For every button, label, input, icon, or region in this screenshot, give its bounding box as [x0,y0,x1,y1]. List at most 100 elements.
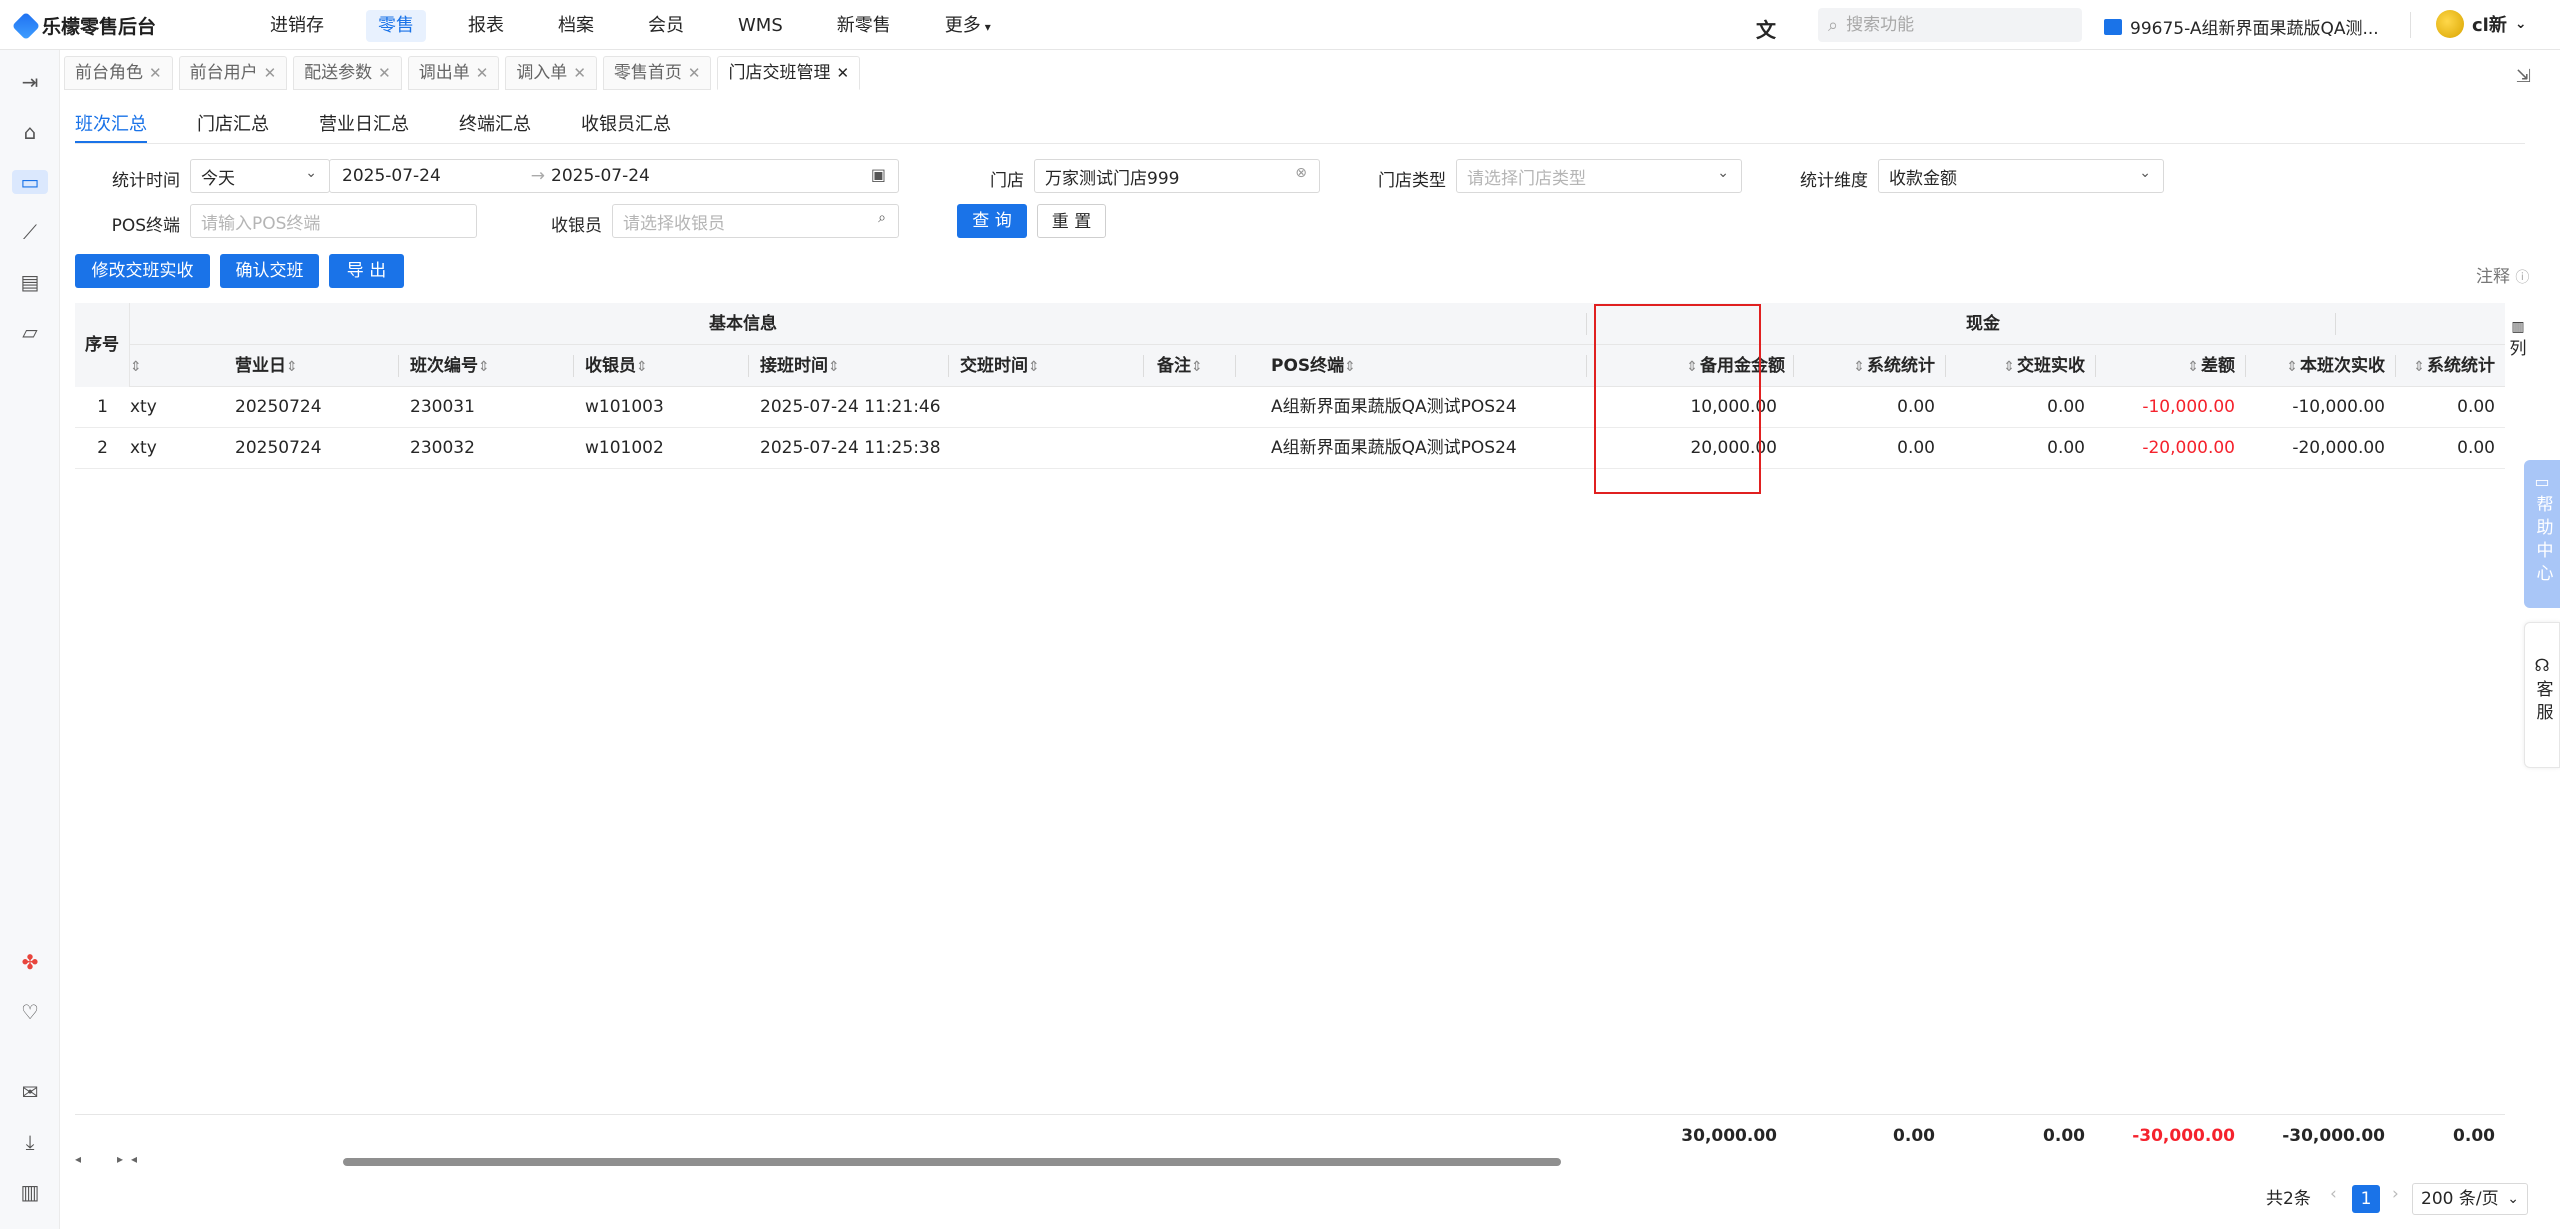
cashier-select[interactable]: 请选择收银员 ⌕ [612,204,899,238]
folder-icon[interactable]: ▱ [18,320,42,344]
tab-transfer-out[interactable]: 调出单 ✕ [407,56,500,90]
col-remark[interactable]: 备注⇕ [1157,345,1205,387]
export-button[interactable]: 导 出 [329,254,404,288]
trend-chart-icon[interactable]: ⟋ [18,220,42,244]
nav-item-retail[interactable]: 零售 [366,10,426,42]
help-center-button[interactable]: ▭ 帮助中心 [2524,460,2560,608]
avatar [2436,10,2464,38]
scroll-right-icon[interactable]: ▸ [117,1152,123,1166]
customer-service-button[interactable]: ☊ 客服 [2524,622,2560,768]
sort-icon[interactable]: ⇕ [130,345,144,387]
col-system-2-label: 系统统计 [2427,356,2495,376]
tab-cashier-summary[interactable]: 收银员汇总 [581,110,671,143]
col-system[interactable]: ⇕ 系统统计 [1795,345,1935,387]
pinwheel-icon[interactable]: ✤ [18,950,42,974]
tab-front-role[interactable]: 前台角色 ✕ [64,56,173,90]
stat-time-select[interactable]: 今天 ⌄ [190,159,330,193]
column-settings[interactable]: ▥ 列 [2508,316,2528,360]
tab-transfer-in[interactable]: 调入单 ✕ [505,56,597,90]
close-icon[interactable]: ✕ [149,56,162,90]
close-icon[interactable]: ✕ [688,56,701,90]
heart-icon[interactable]: ♡ [18,1000,42,1024]
store-type-placeholder: 请选择门店类型 [1467,168,1586,189]
nav-item-reports[interactable]: 报表 [456,10,516,42]
reset-button[interactable]: 重 置 [1037,204,1106,238]
bar-chart-icon[interactable]: ▥ [18,1180,42,1204]
close-icon[interactable]: ✕ [378,56,391,90]
tab-label: 调出单 [418,63,470,83]
user-menu[interactable]: cl新 ⌄ [2436,10,2527,38]
clear-icon[interactable]: ⊗ [1295,165,1307,181]
page-1-button[interactable]: 1 [2352,1185,2380,1213]
nav-item-wms[interactable]: WMS [726,10,795,42]
nav-item-inventory[interactable]: 进销存 [258,10,336,42]
table-row[interactable]: 2 xty 20250724 230032 w101002 2025-07-24… [75,428,2505,469]
highlight-box [1594,304,1761,494]
nav-item-member[interactable]: 会员 [636,10,696,42]
tab-front-user[interactable]: 前台用户 ✕ [178,56,288,90]
col-biz-day[interactable]: 营业日⇕ [235,345,300,387]
home-icon[interactable]: ⌂ [18,120,42,144]
col-diff[interactable]: ⇕ 差额 [2095,345,2235,387]
expand-sidebar-icon[interactable]: ⇥ [18,70,42,94]
store-selector[interactable]: 99675-A组新界面果蔬版QA测... [2104,14,2379,39]
tab-store-summary[interactable]: 门店汇总 [197,110,269,143]
search-input[interactable] [1846,15,2047,35]
close-icon[interactable]: ✕ [264,56,277,90]
page-tabs: 前台角色 ✕ 前台用户 ✕ 配送参数 ✕ 调出单 ✕ 调入单 ✕ 零售首页 ✕ 门店交班管理… [60,56,861,96]
col-cashier-label: 收银员 [585,356,636,376]
next-page-icon[interactable]: › [2392,1184,2399,1204]
col-pos[interactable]: POS终端⇕ [1271,345,1358,387]
pos-input[interactable]: 请输入POS终端 [190,204,477,238]
group-header-cash: 现金 [1966,314,2000,334]
tab-bizday-summary[interactable]: 营业日汇总 [319,110,409,143]
scrollbar-thumb[interactable] [343,1158,1561,1166]
nav-item-new-retail[interactable]: 新零售 [825,10,903,42]
scroll-left-icon[interactable]: ◂ [131,1152,137,1166]
close-icon[interactable]: ✕ [476,56,489,90]
cell-system-2: 0.00 [2457,438,2495,458]
report-icon[interactable]: ▤ [18,270,42,294]
close-icon[interactable]: ✕ [573,56,586,90]
edit-actual-button[interactable]: 修改交班实收 [75,254,210,288]
app-logo[interactable]: 乐檬零售后台 [11,11,156,40]
col-system-2[interactable]: ⇕ 系统统计 [2385,345,2495,387]
dimension-select[interactable]: 收款金额 ⌄ [1878,159,2164,193]
col-end-time[interactable]: 交班时间⇕ [960,345,1042,387]
tab-retail-home[interactable]: 零售首页 ✕ [602,56,712,90]
date-end[interactable]: 2025-07-24 [551,166,650,186]
translate-icon[interactable]: 文 [1756,14,1780,42]
chevron-down-icon: ⌄ [1717,165,1729,181]
table-summary-row: 30,000.00 0.00 0.00 -30,000.00 -30,000.0… [75,1114,2505,1156]
store-select[interactable]: 万家测试门店999 ⊗ [1034,159,1320,193]
date-range-picker[interactable]: 2025-07-24 → 2025-07-24 ▣ [329,159,899,193]
store-type-select[interactable]: 请选择门店类型 ⌄ [1456,159,1742,193]
horizontal-scrollbar[interactable]: ◂ ▸ ◂ [75,1152,2505,1170]
col-cashier[interactable]: 收银员⇕ [585,345,650,387]
query-button[interactable]: 查 询 [957,204,1027,238]
mail-icon[interactable]: ✉ [18,1080,42,1104]
col-actual[interactable]: ⇕ 交班实收 [1945,345,2085,387]
col-shift-no[interactable]: 班次编号⇕ [410,345,492,387]
date-start[interactable]: 2025-07-24 [342,166,441,186]
search-box[interactable]: ⌕ [1818,8,2082,42]
prev-page-icon[interactable]: ‹ [2330,1184,2337,1204]
tab-delivery-params[interactable]: 配送参数 ✕ [293,56,402,90]
monitor-icon[interactable]: ▭ [12,170,48,194]
table-row[interactable]: 1 xty 20250724 230031 w101003 2025-07-24… [75,387,2505,428]
col-shift-actual[interactable]: ⇕ 本班次实收 [2235,345,2385,387]
confirm-shift-button[interactable]: 确认交班 [220,254,319,288]
tab-shift-management[interactable]: 门店交班管理 ✕ [717,56,861,90]
col-start-time[interactable]: 接班时间⇕ [760,345,842,387]
tabs-expand-icon[interactable]: ⇲ [2516,66,2531,87]
tab-terminal-summary[interactable]: 终端汇总 [459,110,531,143]
nav-item-archive[interactable]: 档案 [546,10,606,42]
scroll-left-icon[interactable]: ◂ [75,1152,81,1166]
close-icon[interactable]: ✕ [836,56,849,90]
download-icon[interactable]: ⤓ [18,1130,42,1154]
nav-item-more[interactable]: 更多 ▾ [933,10,1003,42]
page-size-select[interactable]: 200 条/页 ⌄ [2412,1183,2528,1215]
note-link[interactable]: 注释 ⓘ [2476,262,2529,287]
cell-biz-day: 20250724 [235,438,322,458]
tab-shift-summary[interactable]: 班次汇总 [75,110,147,143]
